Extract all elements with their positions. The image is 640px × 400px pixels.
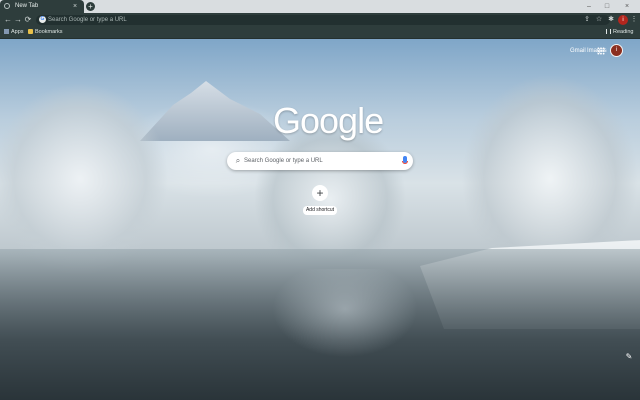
new-tab-favicon-icon: [4, 3, 10, 9]
address-bar-placeholder: Search Google or type a URL: [48, 17, 127, 23]
customize-pencil-icon[interactable]: ✎: [624, 352, 634, 362]
google-apps-icon[interactable]: [597, 47, 605, 55]
address-bar[interactable]: G Search Google or type a URL: [36, 15, 610, 25]
tab-title: New Tab: [15, 3, 39, 9]
search-placeholder: Search Google or type a URL: [244, 158, 323, 164]
voice-search-icon[interactable]: [402, 156, 408, 164]
add-shortcut-label[interactable]: Add shortcut: [303, 206, 337, 215]
apps-grid-icon: [4, 29, 9, 35]
profile-icon[interactable]: i: [618, 15, 628, 25]
new-tab-button[interactable]: +: [86, 2, 95, 11]
gmail-link[interactable]: Gmail: [570, 46, 586, 56]
toolbar: ← → ⟳ G Search Google or type a URL ⇪ ☆ …: [0, 13, 640, 27]
forward-button[interactable]: →: [13, 14, 23, 26]
account-avatar[interactable]: i: [610, 44, 623, 57]
search-box[interactable]: ⌕ Search Google or type a URL: [227, 152, 413, 170]
bookmark-star-icon[interactable]: ☆: [594, 15, 604, 25]
back-button[interactable]: ←: [3, 14, 13, 26]
google-g-icon: G: [39, 16, 46, 23]
apps-label: Apps: [11, 29, 24, 35]
window-close-button[interactable]: ×: [620, 0, 634, 13]
menu-icon[interactable]: ⋮: [629, 15, 639, 25]
extensions-icon[interactable]: ✱: [606, 15, 616, 25]
search-icon: ⌕: [235, 156, 241, 165]
apps-bookmark[interactable]: Apps: [4, 27, 24, 38]
bookmarks-label: Bookmarks: [35, 29, 63, 35]
background-reflection: [250, 269, 440, 389]
bookmarks-folder[interactable]: Bookmarks: [28, 27, 63, 38]
minimize-button[interactable]: –: [582, 0, 596, 13]
new-tab-page: Gmail Images i Google ⌕ Search Google or…: [0, 39, 640, 400]
tab-close-icon[interactable]: ×: [73, 1, 77, 12]
bookmarks-bar: Apps Bookmarks Reading list: [0, 27, 640, 46]
add-shortcut-button[interactable]: +: [312, 185, 328, 201]
tab-strip: New Tab × + – □ ×: [0, 0, 640, 13]
reload-button[interactable]: ⟳: [23, 14, 33, 26]
share-icon[interactable]: ⇪: [582, 15, 592, 25]
maximize-button[interactable]: □: [600, 0, 614, 13]
reading-list-icon: [606, 29, 611, 35]
google-logo: Google: [273, 100, 384, 141]
folder-icon: [28, 29, 33, 35]
tab-new-tab[interactable]: New Tab ×: [0, 0, 84, 13]
